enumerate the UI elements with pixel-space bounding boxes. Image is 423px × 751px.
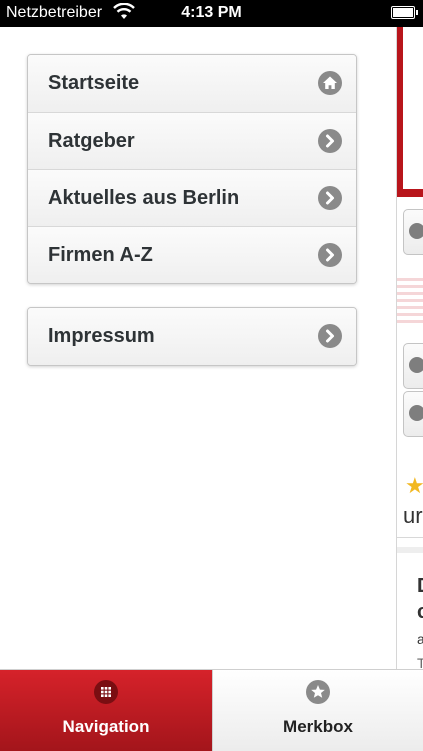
- peek-text: T: [417, 655, 423, 669]
- menu-group-secondary: Impressum: [27, 307, 357, 366]
- menu-item-ratgeber[interactable]: Ratgeber: [28, 112, 356, 169]
- menu-group-main: Startseite Ratgeber Aktuelles aus Berlin: [27, 54, 357, 284]
- peek-heading: D: [417, 575, 423, 598]
- decorative-pattern: [397, 275, 423, 323]
- menu-item-aktuelles-aus-berlin[interactable]: Aktuelles aus Berlin: [28, 169, 356, 226]
- tab-label: Merkbox: [283, 717, 353, 736]
- chevron-icon: [409, 405, 423, 421]
- peek-text: a: [417, 631, 423, 647]
- grid-icon: [94, 680, 118, 704]
- menu-item-label: Ratgeber: [48, 130, 135, 152]
- menu-item-impressum[interactable]: Impressum: [28, 308, 356, 365]
- tab-navigation[interactable]: Navigation: [0, 670, 212, 751]
- peek-button[interactable]: [403, 391, 423, 437]
- divider: [397, 537, 423, 538]
- divider: [397, 547, 423, 553]
- tab-merkbox[interactable]: Merkbox: [212, 670, 423, 751]
- chevron-right-icon: [318, 324, 342, 348]
- star-icon: ★: [405, 473, 423, 498]
- chevron-right-icon: [318, 243, 342, 267]
- peek-heading: c: [417, 601, 423, 624]
- peek-button[interactable]: [403, 209, 423, 255]
- menu-item-label: Startseite: [48, 72, 140, 94]
- menu-item-label: Firmen A-Z: [48, 244, 153, 266]
- menu-item-startseite[interactable]: Startseite: [28, 55, 356, 112]
- menu-item-label: Aktuelles aus Berlin: [48, 187, 240, 209]
- chevron-icon: [409, 357, 423, 373]
- chevron-right-icon: [318, 129, 342, 153]
- battery-icon: [391, 6, 418, 19]
- peek-text: ur: [403, 503, 423, 528]
- header-banner-edge: [397, 27, 423, 195]
- tab-bar: Navigation Merkbox: [0, 669, 423, 751]
- peek-button[interactable]: [403, 343, 423, 389]
- menu-item-label: Impressum: [48, 325, 155, 347]
- content-peek[interactable]: ★ ur D c a T: [396, 27, 423, 669]
- star-icon: [306, 680, 330, 704]
- menu-item-firmen-a-z[interactable]: Firmen A-Z: [28, 226, 356, 283]
- gear-icon: [409, 223, 423, 239]
- tab-label: Navigation: [62, 717, 150, 736]
- header-banner-border: [397, 189, 423, 197]
- status-time: 4:13 PM: [181, 4, 242, 21]
- chevron-right-icon: [318, 186, 342, 210]
- home-icon: [318, 71, 342, 95]
- status-bar: Netzbetreiber 4:13 PM: [0, 0, 423, 27]
- navigation-menu-panel: Startseite Ratgeber Aktuelles aus Berlin: [0, 27, 396, 669]
